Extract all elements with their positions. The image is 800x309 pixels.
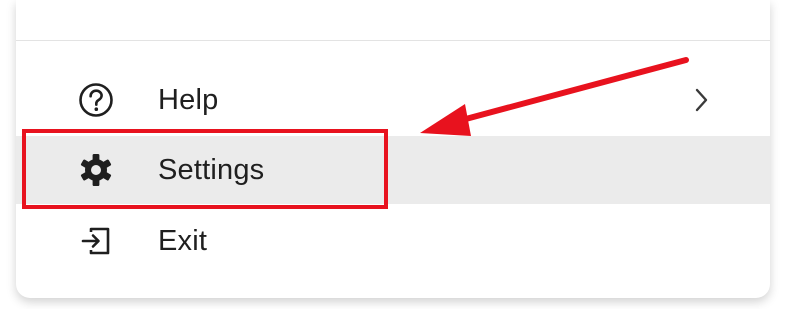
gear-icon (77, 151, 115, 189)
help-circle-icon (77, 81, 115, 119)
menu-divider (16, 40, 770, 41)
menu-item-help[interactable]: Help (16, 67, 770, 133)
menu-item-label: Help (158, 83, 219, 116)
chevron-right-icon (692, 85, 712, 115)
menu-item-label: Settings (158, 153, 265, 186)
exit-icon (77, 222, 115, 260)
menu-item-label: Exit (158, 224, 208, 257)
menu-item-exit[interactable]: Exit (16, 208, 770, 274)
menu-item-settings[interactable]: Settings (16, 136, 770, 204)
context-menu: Help Settings Exit (16, 0, 770, 298)
